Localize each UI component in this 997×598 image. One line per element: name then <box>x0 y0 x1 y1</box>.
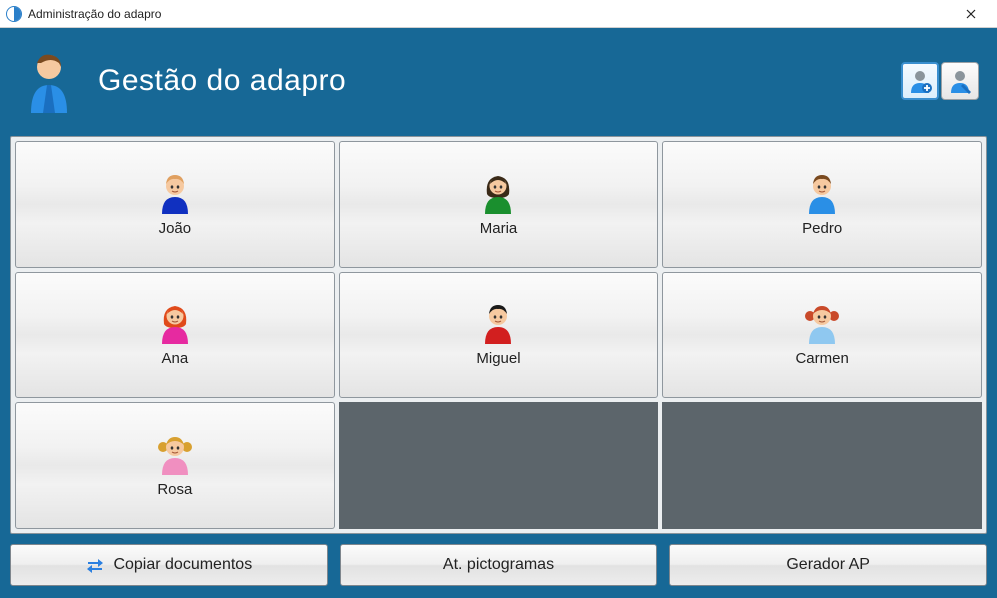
person-edit-icon <box>946 67 974 95</box>
user-avatar-icon <box>801 302 843 344</box>
user-name-label: Pedro <box>802 220 842 237</box>
user-name-label: Ana <box>161 350 188 367</box>
main-area: Gestão do adapro Joã <box>0 28 997 598</box>
app-icon <box>6 6 22 22</box>
user-avatar-icon <box>154 172 196 214</box>
user-grid: João Maria Pedro Ana <box>10 136 987 534</box>
user-name-label: Rosa <box>157 481 192 498</box>
user-avatar-icon <box>477 302 519 344</box>
user-name-label: Maria <box>480 220 518 237</box>
user-card[interactable]: João <box>15 141 335 268</box>
person-plus-icon <box>906 67 934 95</box>
user-name-label: João <box>159 220 192 237</box>
user-name-label: Carmen <box>795 350 848 367</box>
generate-ap-label: Gerador AP <box>786 556 870 574</box>
bottom-actions: Copiar documentos At. pictogramas Gerado… <box>10 544 987 586</box>
user-card[interactable]: Maria <box>339 141 659 268</box>
user-card[interactable]: Rosa <box>15 402 335 529</box>
user-avatar-icon <box>154 433 196 475</box>
copy-documents-label: Copiar documentos <box>113 556 252 574</box>
user-card[interactable]: Pedro <box>662 141 982 268</box>
window-close-button[interactable] <box>951 2 991 26</box>
edit-user-button[interactable] <box>941 62 979 100</box>
empty-slot <box>339 402 659 529</box>
copy-arrows-icon <box>85 556 105 574</box>
user-avatar-icon <box>154 302 196 344</box>
page-title: Gestão do adapro <box>98 64 346 98</box>
user-avatar-icon <box>477 172 519 214</box>
add-user-button[interactable] <box>901 62 939 100</box>
user-card[interactable]: Miguel <box>339 272 659 399</box>
copy-documents-button[interactable]: Copiar documentos <box>10 544 328 586</box>
header-admin-icon <box>18 46 88 116</box>
update-pictograms-button[interactable]: At. pictogramas <box>340 544 658 586</box>
window-title: Administração do adapro <box>28 7 161 21</box>
user-name-label: Miguel <box>476 350 520 367</box>
user-avatar-icon <box>801 172 843 214</box>
update-pictograms-label: At. pictogramas <box>443 556 554 574</box>
header: Gestão do adapro <box>10 36 987 126</box>
user-card[interactable]: Carmen <box>662 272 982 399</box>
generate-ap-button[interactable]: Gerador AP <box>669 544 987 586</box>
empty-slot <box>662 402 982 529</box>
titlebar: Administração do adapro <box>0 0 997 28</box>
user-card[interactable]: Ana <box>15 272 335 399</box>
